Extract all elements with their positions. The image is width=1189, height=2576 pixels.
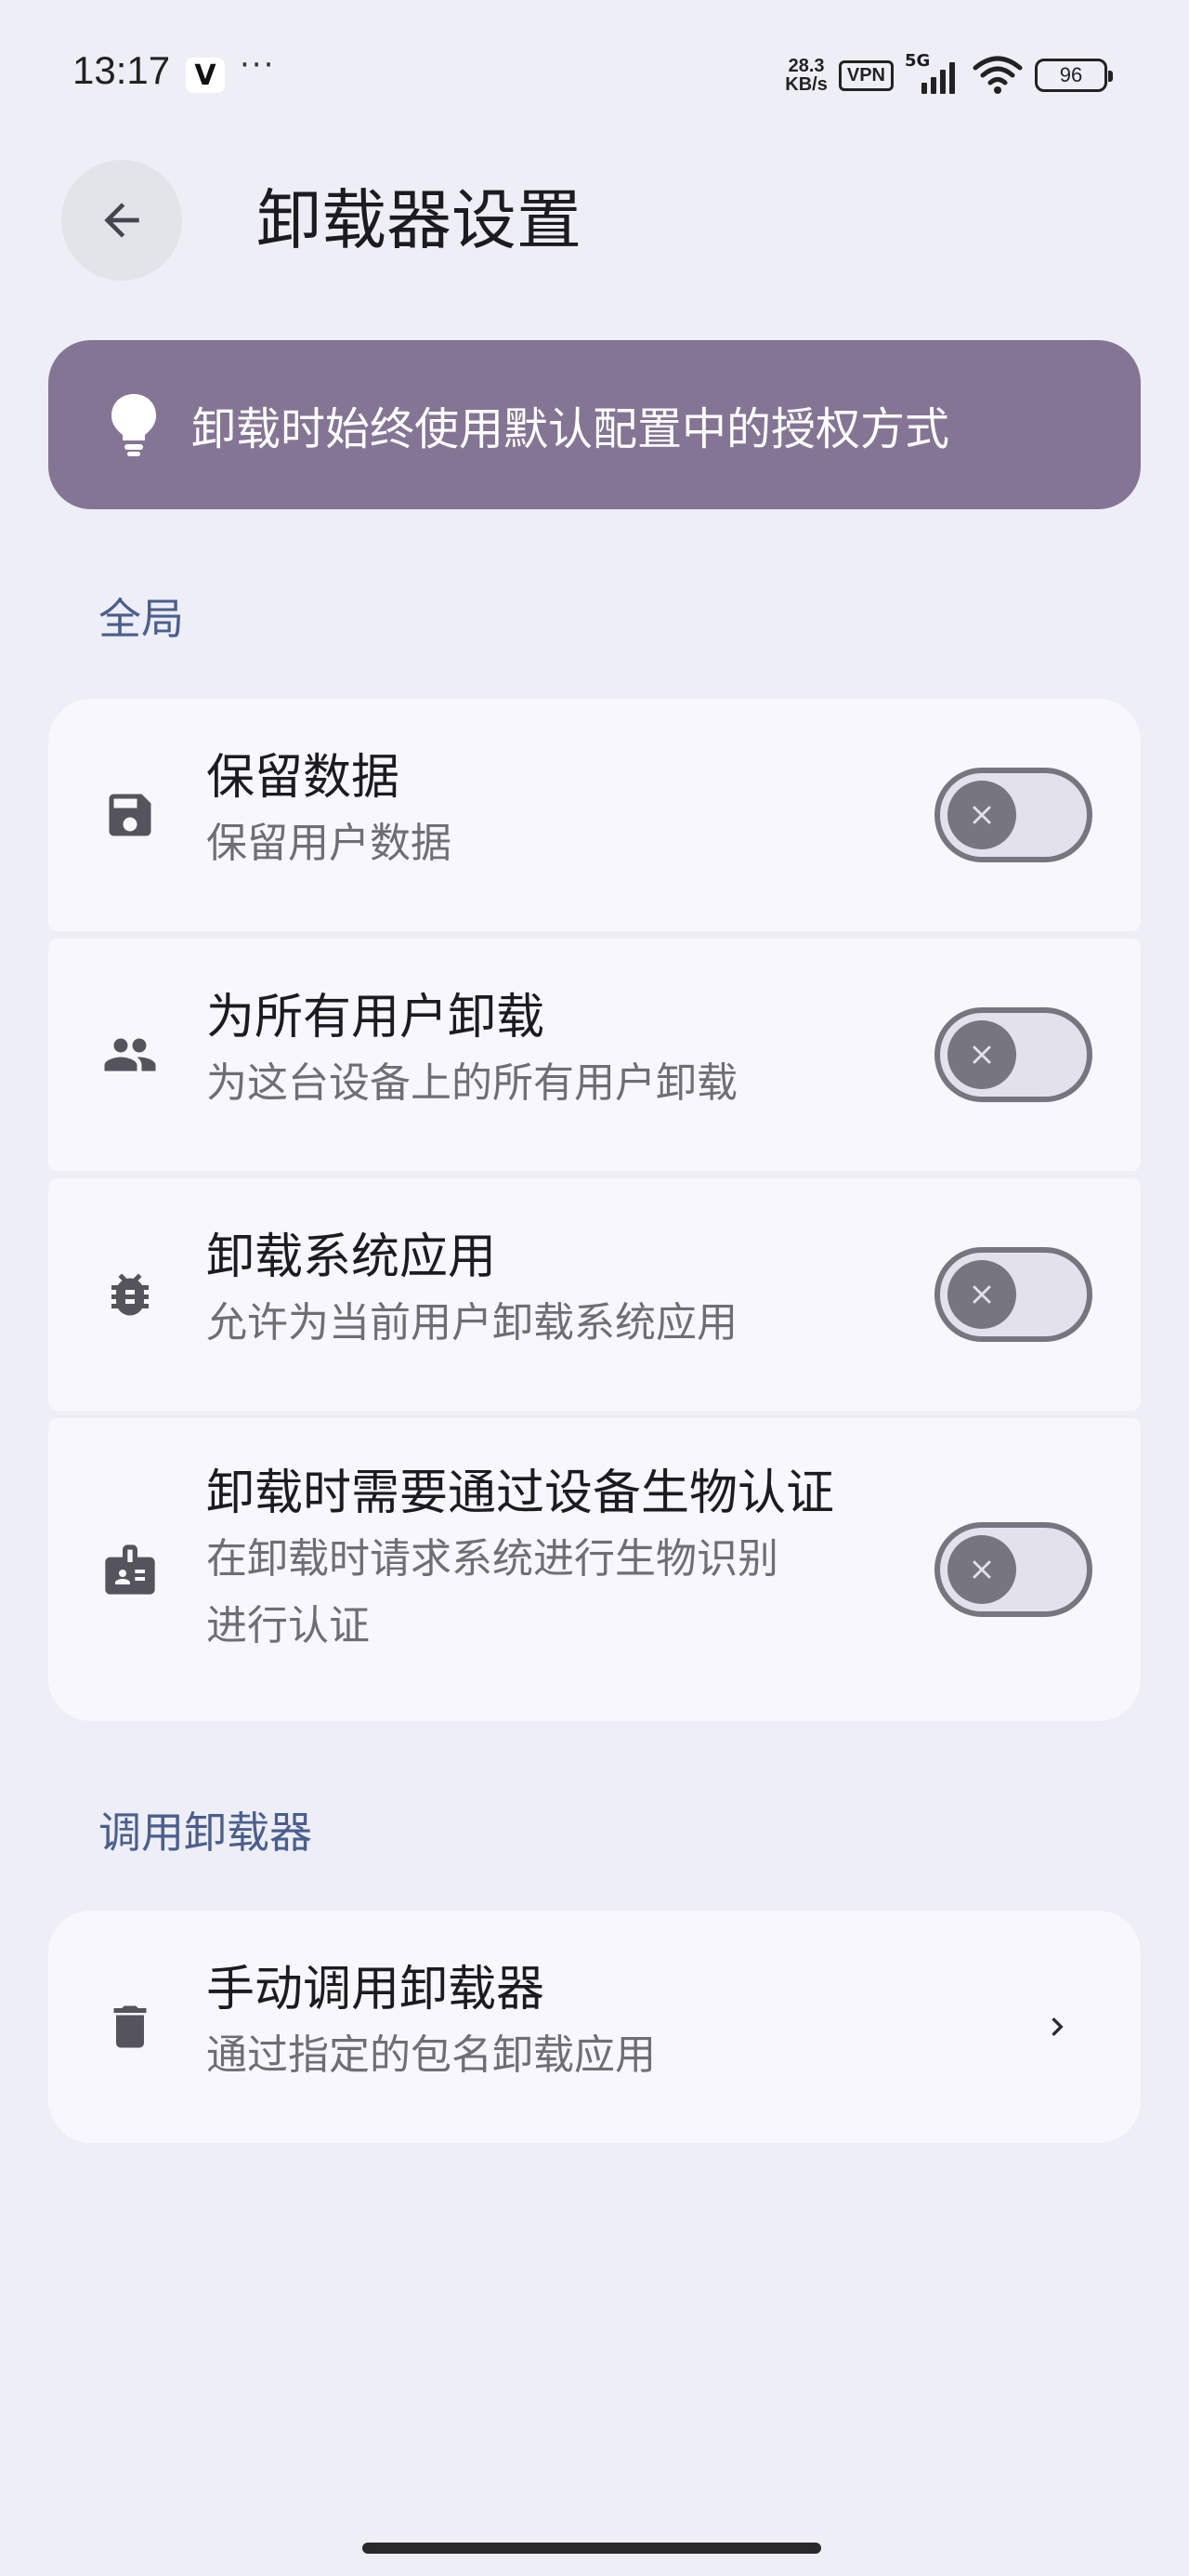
network-speed: 28.3 KB/s: [785, 57, 828, 94]
setting-desc: 保留用户数据: [206, 820, 451, 867]
keep-data-switch[interactable]: [934, 768, 1092, 862]
network-speed-unit: KB/s: [785, 74, 828, 95]
wifi-icon: [973, 56, 1023, 94]
setting-desc-line2: 进行认证: [206, 1602, 370, 1649]
network-speed-value: 28.3: [788, 56, 825, 76]
setting-desc-line1: 在卸载时请求系统进行生物识别: [206, 1535, 778, 1583]
setting-uninstall-system-apps[interactable]: 卸载系统应用 允许为当前用户卸载系统应用: [48, 1178, 1141, 1411]
switch-off-icon: [947, 781, 1016, 849]
switch-off-icon: [947, 1020, 1016, 1089]
section-heading-global: 全局: [98, 594, 184, 644]
tip-banner: 卸载时始终使用默认配置中的授权方式: [48, 340, 1141, 509]
setting-title: 卸载时需要通过设备生物认证: [206, 1465, 835, 1521]
setting-title: 卸载系统应用: [206, 1229, 497, 1285]
lightbulb-icon: [106, 390, 162, 459]
chevron-right-icon: [1052, 2017, 1064, 2036]
network-type: 5G: [905, 51, 931, 71]
cellular-signal-icon: 5G: [905, 51, 960, 96]
people-icon: [100, 1025, 160, 1084]
delete-icon: [100, 1997, 160, 2057]
setting-desc: 通过指定的包名卸载应用: [206, 2031, 656, 2079]
bug-icon: [100, 1265, 160, 1324]
switch-off-icon: [947, 1535, 1016, 1604]
more-notifications-icon: ···: [240, 46, 276, 84]
manual-invoke-uninstaller[interactable]: 手动调用卸载器 通过指定的包名卸载应用: [48, 1911, 1141, 2143]
biometric-auth-switch[interactable]: [934, 1522, 1092, 1617]
setting-title: 手动调用卸载器: [206, 1962, 545, 2017]
setting-uninstall-all-users[interactable]: 为所有用户卸载 为这台设备上的所有用户卸载: [48, 939, 1141, 1171]
section-heading-invoke-uninstaller: 调用卸载器: [98, 1807, 312, 1858]
setting-title: 为所有用户卸载: [206, 990, 545, 1045]
setting-desc: 为这台设备上的所有用户卸载: [206, 1059, 738, 1107]
switch-off-icon: [947, 1260, 1016, 1329]
arrow-back-icon: [104, 203, 139, 238]
page-title: 卸载器设置: [256, 182, 581, 258]
save-icon: [100, 785, 160, 845]
tip-text: 卸载时始终使用默认配置中的授权方式: [191, 403, 950, 455]
uninstall-system-apps-switch[interactable]: [934, 1247, 1092, 1342]
notification-app-icon: V: [186, 58, 225, 93]
status-bar: 13:17 V ··· 28.3 KB/s VPN 5G 96: [0, 0, 1189, 149]
badge-icon: [100, 1540, 160, 1599]
status-time: 13:17: [72, 48, 171, 92]
back-button[interactable]: [61, 160, 182, 281]
setting-biometric-auth[interactable]: 卸载时需要通过设备生物认证 在卸载时请求系统进行生物识别 进行认证: [48, 1418, 1141, 1721]
vpn-badge: VPN: [838, 59, 894, 91]
battery-icon: 96: [1035, 59, 1113, 92]
gesture-nav-handle[interactable]: [362, 2543, 821, 2554]
setting-desc: 允许为当前用户卸载系统应用: [206, 1299, 738, 1347]
setting-title: 保留数据: [206, 750, 400, 806]
uninstall-all-users-switch[interactable]: [934, 1007, 1092, 1102]
setting-keep-data[interactable]: 保留数据 保留用户数据: [48, 699, 1141, 931]
status-indicators: 28.3 KB/s VPN 5G 96: [785, 51, 1113, 99]
battery-level: 96: [1059, 63, 1083, 86]
